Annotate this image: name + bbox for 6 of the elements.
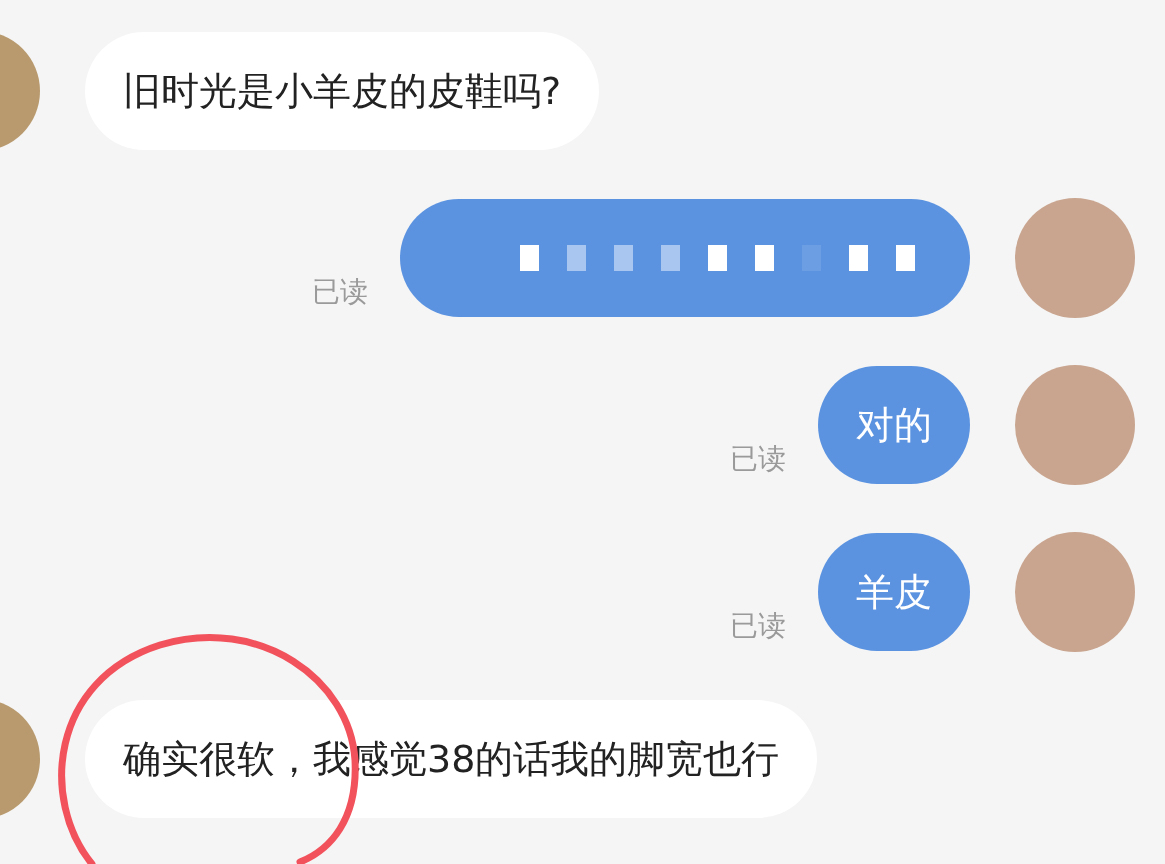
message-bubble: 对的: [818, 366, 970, 484]
message-bubble: 羊皮: [818, 533, 970, 651]
read-status: 已读: [730, 441, 786, 477]
read-status: 已读: [730, 608, 786, 644]
message-bubble: 旧时光是小羊皮的皮鞋吗?: [85, 32, 600, 150]
read-status: 已读: [312, 274, 368, 310]
